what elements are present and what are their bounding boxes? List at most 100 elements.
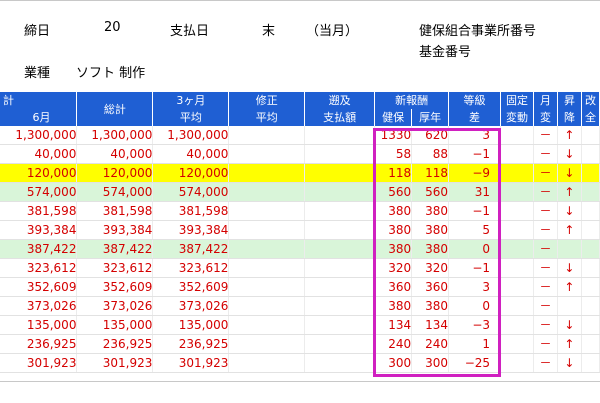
cell-kenpo: 380 xyxy=(374,296,413,316)
cell-month-change: － xyxy=(533,334,558,354)
cell-kosei: 380 xyxy=(411,296,450,316)
cell-month6: 120,000 xyxy=(0,163,78,183)
col-grade-diff-bottom: 差 xyxy=(448,109,502,126)
cell-overflow xyxy=(581,144,600,164)
table-row[interactable]: 120,000 120,000 120,000 118 118 −9 － ↓ xyxy=(0,163,600,183)
col-new-remuneration: 新報酬 xyxy=(374,92,450,109)
col-fixed-avg-bottom: 平均 xyxy=(228,109,306,126)
cell-updown-arrow: ↑ xyxy=(557,334,582,354)
cell-month6: 135,000 xyxy=(0,315,78,335)
cell-total: 381,598 xyxy=(76,201,154,221)
col-retro-bottom: 支払額 xyxy=(304,109,376,126)
cell-retro xyxy=(304,277,376,297)
cell-month6: 574,000 xyxy=(0,182,78,202)
cell-kosei: 560 xyxy=(411,182,450,202)
col-grade-diff-top: 等級 xyxy=(448,92,502,109)
cell-grade-diff: −9 xyxy=(448,163,502,183)
table-row[interactable]: 135,000 135,000 135,000 134 134 −3 － ↓ xyxy=(0,315,600,335)
cell-fixed-avg xyxy=(228,296,306,316)
col-grand-total: 総計 xyxy=(76,92,154,126)
cell-total: 393,384 xyxy=(76,220,154,240)
table-row[interactable]: 1,300,000 1,300,000 1,300,000 1330 620 3… xyxy=(0,126,600,145)
cell-grade-diff: −1 xyxy=(448,258,502,278)
bottom-border xyxy=(0,381,600,382)
cell-kenpo: 360 xyxy=(374,277,413,297)
cell-fixed-change xyxy=(500,163,534,183)
table-row[interactable]: 574,000 574,000 574,000 560 560 31 － ↑ xyxy=(0,182,600,202)
col-updown-bottom: 降 xyxy=(557,109,582,126)
cell-kosei: 240 xyxy=(411,334,450,354)
table-row[interactable]: 373,026 373,026 373,026 380 380 0 － xyxy=(0,296,600,316)
cell-avg3: 381,598 xyxy=(152,201,230,221)
cell-total: 135,000 xyxy=(76,315,154,335)
cell-month-change: － xyxy=(533,315,558,335)
col-fixed-change-top: 固定 xyxy=(500,92,534,109)
cell-fixed-avg xyxy=(228,239,306,259)
cell-total: 373,026 xyxy=(76,296,154,316)
cell-avg3: 236,925 xyxy=(152,334,230,354)
cell-month6: 40,000 xyxy=(0,144,78,164)
col-avg3-top: 3ヶ月 xyxy=(152,92,230,109)
cell-kosei: 118 xyxy=(411,163,450,183)
cell-month6: 373,026 xyxy=(0,296,78,316)
table-row[interactable]: 352,609 352,609 352,609 360 360 3 － ↑ xyxy=(0,277,600,297)
cell-retro xyxy=(304,144,376,164)
cell-kenpo: 300 xyxy=(374,353,413,373)
cell-fixed-change xyxy=(500,315,534,335)
cell-fixed-change xyxy=(500,182,534,202)
cell-overflow xyxy=(581,126,600,145)
cell-overflow xyxy=(581,315,600,335)
cell-avg3: 393,384 xyxy=(152,220,230,240)
cell-total: 352,609 xyxy=(76,277,154,297)
cell-overflow xyxy=(581,201,600,221)
cell-retro xyxy=(304,315,376,335)
col-kenpo: 健保 xyxy=(374,109,413,126)
col-fixed-avg-top: 修正 xyxy=(228,92,306,109)
cell-grade-diff: 3 xyxy=(448,126,502,145)
cell-grade-diff: −1 xyxy=(448,201,502,221)
cell-retro xyxy=(304,239,376,259)
cell-kosei: 620 xyxy=(411,126,450,145)
cell-fixed-avg xyxy=(228,144,306,164)
cell-total: 40,000 xyxy=(76,144,154,164)
cell-month-change: － xyxy=(533,277,558,297)
col-overflow-bottom: 全 xyxy=(581,109,600,126)
cell-kosei: 88 xyxy=(411,144,450,164)
col-month6: 6月 xyxy=(0,109,78,126)
cell-avg3: 574,000 xyxy=(152,182,230,202)
payday-note: （当月） xyxy=(306,24,359,39)
cell-fixed-avg xyxy=(228,334,306,354)
table-row[interactable]: 323,612 323,612 323,612 320 320 −1 － ↓ xyxy=(0,258,600,278)
cell-grade-diff: 0 xyxy=(448,296,502,316)
cell-fixed-change xyxy=(500,353,534,373)
cell-kenpo: 1330 xyxy=(374,126,413,145)
remuneration-table: 計 総計 3ヶ月 修正 遡及 新報酬 等級 固定 月 昇 改 6月 平均 平均 … xyxy=(0,92,600,373)
table-row[interactable]: 301,923 301,923 301,923 300 300 −25 － ↓ xyxy=(0,353,600,373)
cell-month-change: － xyxy=(533,353,558,373)
cell-fixed-change xyxy=(500,296,534,316)
cell-avg3: 387,422 xyxy=(152,239,230,259)
cell-kosei: 300 xyxy=(411,353,450,373)
fund-number-label: 基金番号 xyxy=(419,45,472,60)
payday-value: 末 xyxy=(262,24,276,39)
cell-fixed-change xyxy=(500,258,534,278)
cell-avg3: 40,000 xyxy=(152,144,230,164)
cell-month6: 301,923 xyxy=(0,353,78,373)
cell-retro xyxy=(304,126,376,145)
cell-retro xyxy=(304,258,376,278)
cell-month6: 381,598 xyxy=(0,201,78,221)
table-row[interactable]: 236,925 236,925 236,925 240 240 1 － ↑ xyxy=(0,334,600,354)
cell-grade-diff: 3 xyxy=(448,277,502,297)
table-row[interactable]: 393,384 393,384 393,384 380 380 5 － ↑ xyxy=(0,220,600,240)
cell-kenpo: 240 xyxy=(374,334,413,354)
table-row[interactable]: 40,000 40,000 40,000 58 88 −1 － ↓ xyxy=(0,144,600,164)
cell-updown-arrow: ↓ xyxy=(557,353,582,373)
cell-updown-arrow: ↓ xyxy=(557,258,582,278)
cell-updown-arrow: ↑ xyxy=(557,182,582,202)
table-row[interactable]: 387,422 387,422 387,422 380 380 0 － xyxy=(0,239,600,259)
table-row[interactable]: 381,598 381,598 381,598 380 380 −1 － ↓ xyxy=(0,201,600,221)
cell-kenpo: 380 xyxy=(374,220,413,240)
cell-fixed-change xyxy=(500,126,534,145)
cell-kosei: 320 xyxy=(411,258,450,278)
cell-month-change: － xyxy=(533,126,558,145)
